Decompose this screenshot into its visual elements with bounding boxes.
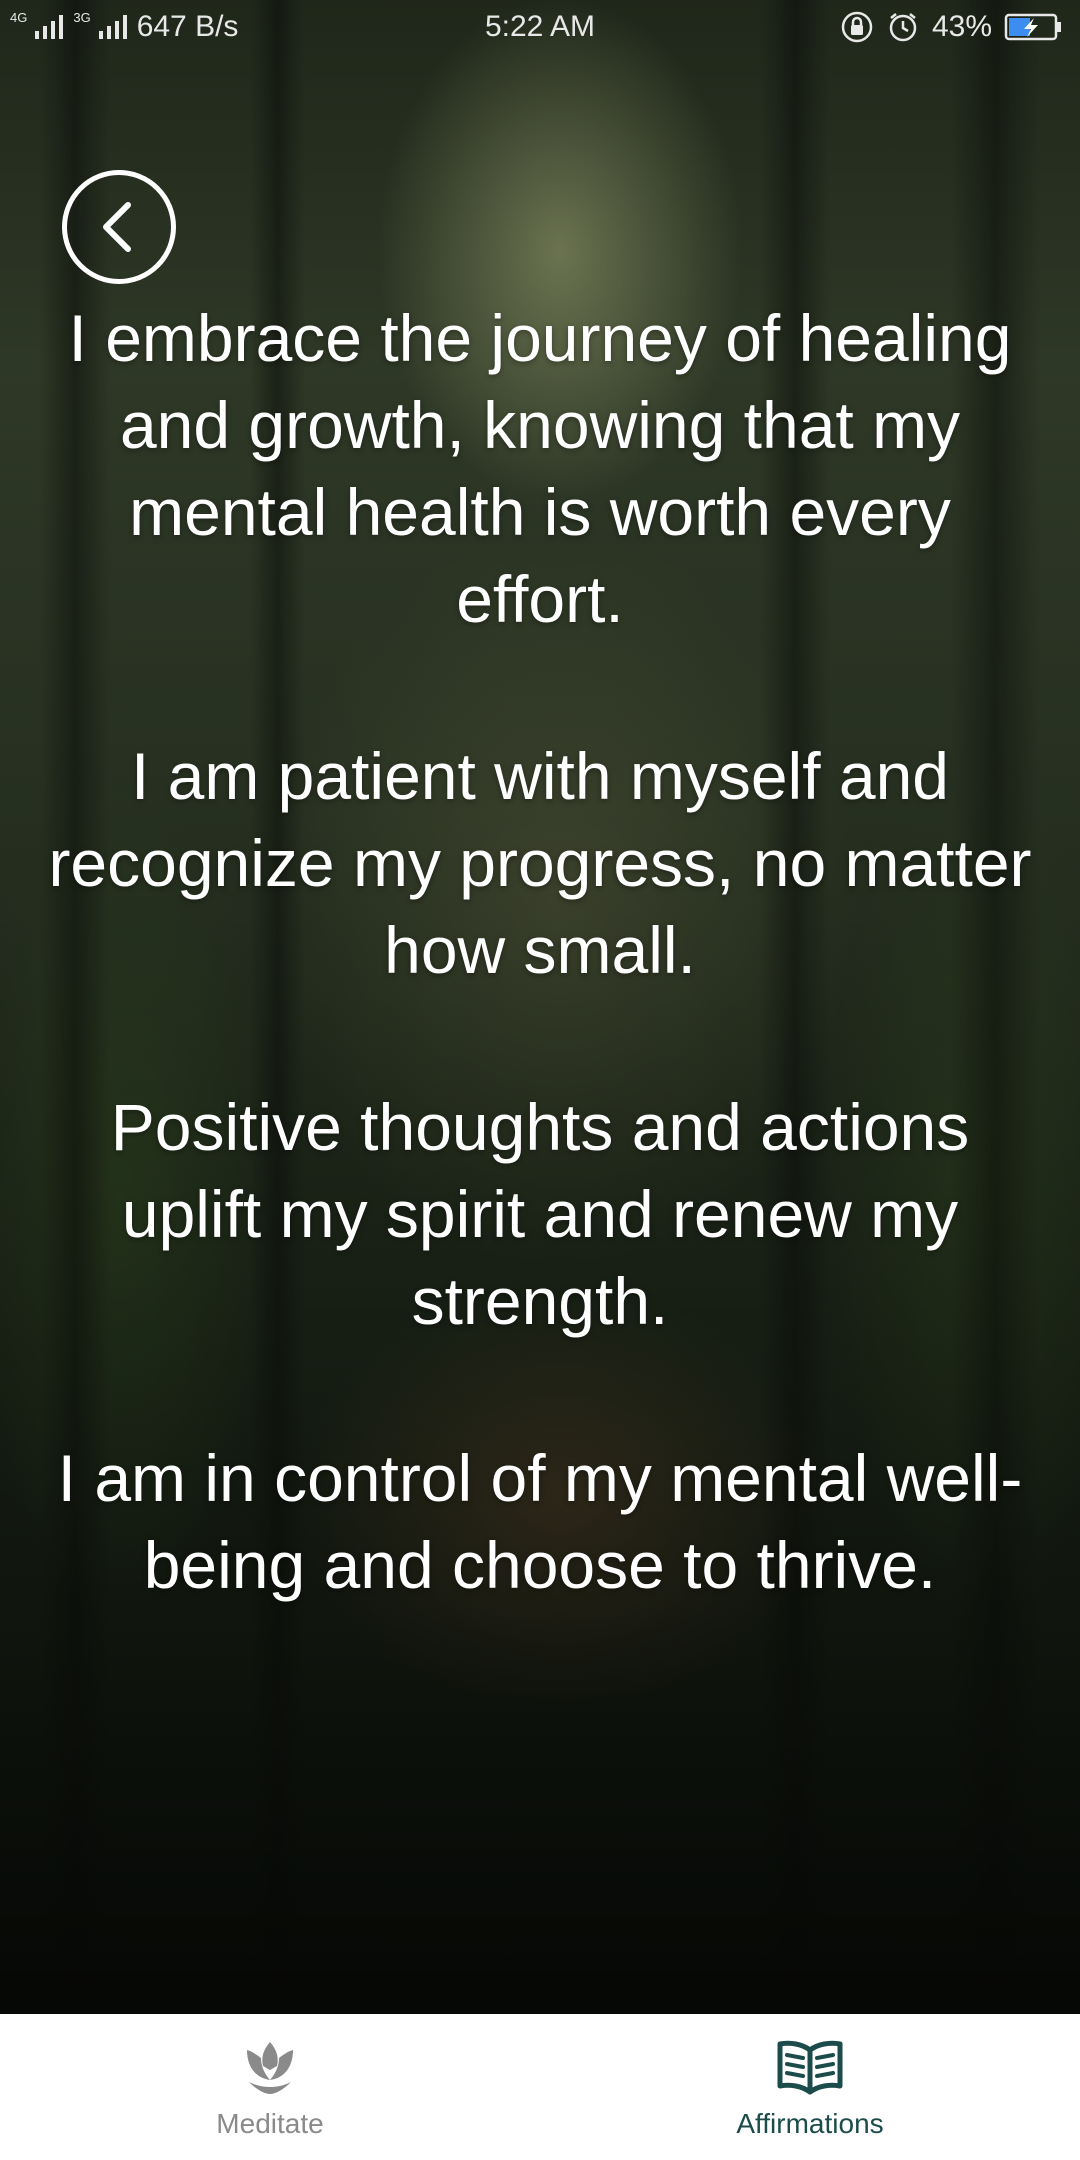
affirmation-text: I am in control of my mental well-being …: [57, 1441, 1023, 1602]
affirmation-text: I embrace the journey of healing and gro…: [68, 301, 1012, 636]
nav-item-meditate[interactable]: Meditate: [0, 2014, 540, 2160]
open-book-icon: [777, 2040, 843, 2095]
chevron-left-icon: [103, 202, 131, 252]
affirmation-text: I am patient with myself and recognize m…: [48, 739, 1032, 987]
battery-charging-icon: [1004, 13, 1061, 41]
status-right: 43%: [840, 10, 1064, 44]
affirmations-screen: 4G 3G 647 B/s 5:22 AM 43% I embrace the …: [0, 0, 1080, 2160]
lock-rotation-icon: [841, 11, 873, 43]
nav-label-affirmations: Affirmations: [736, 2108, 884, 2139]
alarm-icon: [889, 13, 917, 42]
affirmations-list: I embrace the journey of healing and gro…: [40, 295, 1040, 1699]
nav-label-meditate: Meditate: [216, 2108, 324, 2139]
bottom-navigation: Meditate Affirmations: [0, 2014, 1080, 2160]
lotus-icon: [247, 2042, 293, 2094]
battery-percent: 43%: [931, 10, 992, 43]
affirmation-text: Positive thoughts and actions uplift my …: [110, 1090, 970, 1338]
back-button[interactable]: [62, 170, 176, 284]
status-bar: 4G 3G 647 B/s 5:22 AM 43%: [0, 0, 1080, 56]
nav-item-affirmations[interactable]: Affirmations: [540, 2014, 1080, 2160]
